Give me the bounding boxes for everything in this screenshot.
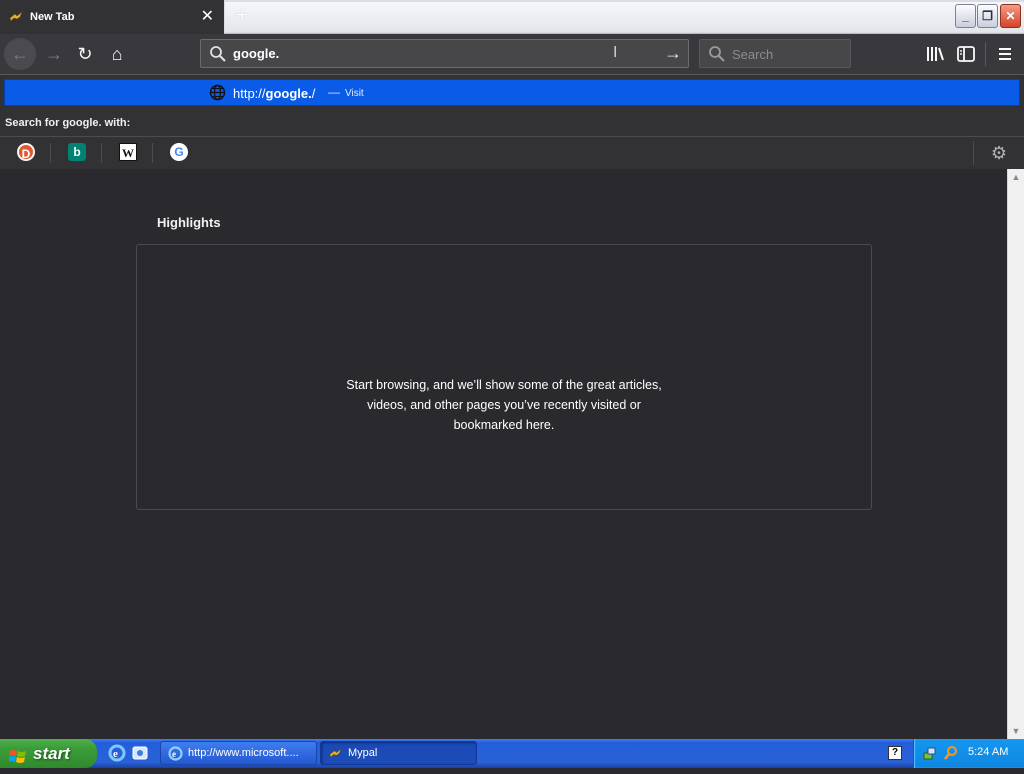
wikipedia-icon[interactable]: W [119, 143, 137, 161]
taskbar-item-mypal[interactable]: Mypal [320, 741, 477, 765]
engine-divider [101, 143, 102, 163]
sidebar-icon[interactable] [954, 42, 978, 66]
close-window-button[interactable]: ✕ [1000, 4, 1021, 28]
restore-button[interactable]: ❐ [977, 4, 998, 28]
magnifier-icon[interactable] [943, 745, 959, 766]
system-tray: 5:24 AM [913, 739, 1024, 768]
internet-explorer-icon: e [168, 746, 183, 761]
tab-strip: New Tab ✕ + _ ❐ ✕ [0, 0, 1024, 34]
reload-button[interactable]: ↻ [69, 38, 101, 70]
result-url-prefix: http:// [233, 86, 266, 101]
empty-message-line: videos, and other pages you’ve recently … [367, 398, 641, 412]
new-tab-page: Highlights Start browsing, and we’ll sho… [0, 169, 1007, 739]
search-bar[interactable]: Search [699, 39, 851, 68]
taskbar-item-label: Mypal [348, 747, 378, 759]
toolbar-divider [985, 42, 986, 66]
clock[interactable]: 5:24 AM [968, 746, 1008, 758]
google-icon[interactable]: G [170, 143, 188, 161]
svg-text:e: e [172, 749, 176, 759]
tab-title: New Tab [30, 11, 75, 23]
bing-icon[interactable]: b [68, 143, 86, 161]
network-icon[interactable] [923, 745, 939, 766]
engine-divider [973, 141, 974, 165]
search-icon [209, 45, 227, 63]
result-url-match: google. [265, 86, 312, 101]
tabstrip-fill [225, 2, 1024, 32]
engine-divider [50, 143, 51, 163]
library-icon[interactable] [923, 42, 947, 66]
scroll-up-icon[interactable]: ▲ [1008, 169, 1024, 185]
url-input[interactable]: google. [233, 46, 279, 61]
tab-close-icon[interactable]: ✕ [201, 8, 214, 26]
mypal-icon [8, 9, 24, 25]
search-icon [708, 45, 726, 63]
empty-message-line: bookmarked here. [453, 418, 555, 432]
url-autocomplete-popup: http://google./ — Visit Search for googl… [0, 74, 1024, 169]
new-tab-button[interactable]: + [231, 4, 253, 27]
url-bar[interactable]: google. I → [200, 39, 689, 68]
start-label: start [33, 744, 70, 763]
one-off-search-engines: D b W G ⚙ [0, 136, 1024, 169]
taskbar-item-ie[interactable]: e http://www.microsoft.... [160, 741, 317, 765]
engine-divider [152, 143, 153, 163]
search-input[interactable]: Search [732, 47, 773, 62]
mypal-icon [328, 746, 343, 761]
globe-icon [209, 84, 226, 101]
taskbar-item-label: http://www.microsoft.... [188, 747, 299, 759]
back-button[interactable]: ← [4, 38, 36, 70]
minimize-button[interactable]: _ [955, 4, 976, 28]
scroll-down-icon[interactable]: ▼ [1008, 723, 1024, 739]
show-desktop-icon[interactable] [131, 744, 149, 762]
hamburger-menu-icon[interactable] [993, 42, 1017, 66]
home-button[interactable]: ⌂ [101, 38, 133, 70]
internet-explorer-icon[interactable]: e [108, 744, 126, 762]
windows-logo-icon [8, 745, 27, 763]
duckduckgo-icon[interactable]: D [17, 143, 35, 161]
result-url: http://google./ [233, 86, 315, 101]
empty-state-message: Start browsing, and we’ll show some of t… [137, 375, 871, 435]
search-with-label: Search for google. with: [5, 117, 131, 129]
highlights-heading: Highlights [157, 215, 221, 230]
result-separator: — [328, 85, 340, 99]
windows-taskbar: start e e http://www.microsoft.... Mypal… [0, 739, 1024, 768]
empty-message-line: Start browsing, and we’ll show some of t… [346, 378, 662, 392]
go-arrow-button[interactable]: → [662, 42, 684, 64]
vertical-scrollbar[interactable]: ▲ ▼ [1007, 169, 1024, 739]
gear-icon[interactable]: ⚙ [989, 143, 1009, 163]
highlights-empty-state: Start browsing, and we’ll show some of t… [136, 244, 872, 510]
tab-new-tab[interactable]: New Tab ✕ [0, 0, 224, 34]
result-url-suffix: / [311, 86, 316, 101]
result-action-label: Visit [345, 88, 364, 99]
help-icon[interactable]: ? [888, 746, 902, 760]
autocomplete-result-row[interactable]: http://google./ — Visit [4, 79, 1020, 106]
navigation-toolbar: ← → ↻ ⌂ google. I → Search [0, 34, 1024, 74]
start-button[interactable]: start [0, 739, 97, 768]
svg-text:e: e [113, 748, 118, 760]
forward-button[interactable]: → [38, 38, 70, 70]
text-cursor-icon: I [613, 43, 618, 61]
